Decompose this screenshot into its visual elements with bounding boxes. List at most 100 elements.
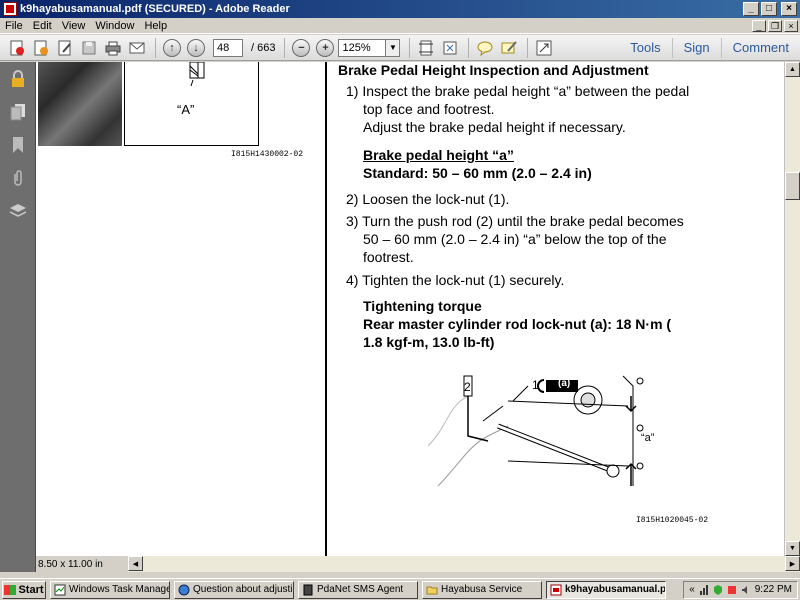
spec-title: Brake pedal height “a”: [363, 147, 514, 163]
network-icon[interactable]: [727, 585, 737, 595]
menu-window[interactable]: Window: [90, 20, 139, 32]
step-2: 2) Loosen the lock-nut (1).: [346, 191, 510, 207]
toolbar: ↑ ↓ / 663 − + ▼ Tools Sign Comment: [0, 35, 800, 61]
browser-icon: [178, 584, 190, 595]
pdf-icon: [550, 584, 562, 595]
task-browser-question[interactable]: Question about adjustin...: [174, 580, 294, 599]
zoom-level-input[interactable]: [338, 38, 387, 57]
export-icon[interactable]: [30, 37, 52, 59]
brake-rod-diagram: 2 1 (a) “a”: [428, 366, 658, 496]
torque-line-2: 1.8 kgf-m, 13.0 lb-ft): [363, 334, 495, 350]
adobe-reader-window: k9hayabusamanual.pdf (SECURED) - Adobe R…: [0, 0, 800, 600]
doc-close-button[interactable]: ×: [784, 19, 798, 32]
task-label: Windows Task Manager: [69, 584, 170, 595]
doc-minimize-button[interactable]: _: [752, 19, 766, 32]
task-adobe-reader[interactable]: k9hayabusamanual.p...: [546, 580, 666, 599]
page-number-input[interactable]: [213, 38, 243, 57]
zoom-in-icon[interactable]: +: [314, 37, 336, 59]
document-window-controls: _ ❐ ×: [752, 19, 800, 32]
task-label: Hayabusa Service: [441, 584, 523, 595]
task-pdanet-sms[interactable]: PdaNet SMS Agent: [298, 580, 418, 599]
step-1-line-3: Adjust the brake pedal height if necessa…: [363, 119, 626, 135]
section-heading: Brake Pedal Height Inspection and Adjust…: [338, 62, 649, 78]
menu-help[interactable]: Help: [139, 20, 172, 32]
step-1-line-1: 1) Inspect the brake pedal height “a” be…: [346, 83, 690, 99]
document-page: “A” I815H1430002-02 Brake Pedal Height I…: [36, 62, 784, 556]
print-icon[interactable]: [102, 37, 124, 59]
menu-edit[interactable]: Edit: [28, 20, 57, 32]
pdf-app-icon: [3, 2, 17, 16]
security-shield-icon[interactable]: [713, 584, 723, 596]
highlight-icon[interactable]: [498, 37, 520, 59]
title-bar: k9hayabusamanual.pdf (SECURED) - Adobe R…: [0, 0, 800, 18]
task-manager-icon: [54, 584, 66, 595]
system-tray: « 9:22 PM: [683, 580, 798, 599]
full-screen-icon[interactable]: [439, 37, 461, 59]
toolbar-separator: [527, 37, 529, 58]
bookmarks-icon[interactable]: [0, 128, 36, 161]
windows-flag-icon: [4, 584, 17, 595]
vertical-scrollbar[interactable]: ▲ ▼: [784, 62, 800, 556]
page-thumbnails-icon[interactable]: [0, 95, 36, 128]
edit-pdf-icon[interactable]: [54, 37, 76, 59]
doc-restore-button[interactable]: ❐: [768, 19, 782, 32]
brake-photo-image: [38, 62, 122, 146]
next-page-icon[interactable]: ↓: [185, 37, 207, 59]
toolbar-separator: [155, 37, 156, 58]
pdanet-icon: [303, 584, 313, 595]
minimize-button[interactable]: _: [743, 2, 759, 16]
sign-pane-link[interactable]: Sign: [671, 37, 721, 58]
figure-caption-1: I815H1430002-02: [231, 150, 304, 159]
zoom-out-icon[interactable]: −: [290, 37, 312, 59]
attachments-icon[interactable]: [0, 161, 36, 194]
maximize-button[interactable]: □: [761, 2, 777, 16]
volume-icon[interactable]: [741, 585, 751, 595]
start-label: Start: [18, 583, 44, 596]
window-title: k9hayabusamanual.pdf (SECURED) - Adobe R…: [20, 3, 290, 15]
toolbar-panes: Tools Sign Comment: [619, 35, 800, 61]
comment-pane-link[interactable]: Comment: [720, 37, 800, 58]
comment-bubble-icon[interactable]: [474, 37, 496, 59]
toolbar-separator: [409, 37, 411, 58]
step-3-line-1: 3) Turn the push rod (2) until the brake…: [346, 213, 684, 229]
toolbar-separator: [468, 37, 470, 58]
menu-bar: File Edit View Window Help _ ❐ ×: [0, 18, 800, 34]
create-pdf-icon[interactable]: [6, 37, 28, 59]
figure-label-a: “a”: [641, 432, 655, 444]
scroll-up-arrow-icon[interactable]: ▲: [785, 62, 800, 77]
figure-label-1: 1: [532, 378, 539, 392]
layers-icon[interactable]: [0, 194, 36, 227]
task-hayabusa-folder[interactable]: Hayabusa Service: [422, 580, 542, 599]
page-size-label: 8.50 x 11.00 in: [38, 558, 103, 570]
tray-expand-chevron-icon[interactable]: «: [689, 584, 695, 595]
scroll-thumb[interactable]: [785, 172, 800, 200]
page-total: / 663: [251, 41, 276, 54]
signal-icon[interactable]: [699, 584, 709, 595]
lock-icon[interactable]: [0, 62, 36, 95]
scroll-down-arrow-icon[interactable]: ▼: [785, 541, 800, 556]
horizontal-scrollbar[interactable]: ◀ ▶: [128, 556, 800, 572]
task-label: k9hayabusamanual.p...: [565, 584, 666, 595]
task-label: PdaNet SMS Agent: [317, 584, 404, 595]
email-icon[interactable]: [126, 37, 148, 59]
zoom-dropdown-chevron-icon[interactable]: ▼: [386, 38, 401, 57]
step-3-line-3: footrest.: [363, 249, 414, 265]
save-icon[interactable]: [78, 37, 100, 59]
menu-view[interactable]: View: [57, 20, 91, 32]
menu-file[interactable]: File: [0, 20, 28, 32]
fit-page-icon[interactable]: [415, 37, 437, 59]
status-row: 8.50 x 11.00 in ◀ ▶: [36, 556, 800, 572]
start-button[interactable]: Start: [2, 580, 46, 599]
figure-a-frame: “A”: [124, 62, 259, 146]
tools-pane-link[interactable]: Tools: [619, 38, 671, 58]
scroll-right-arrow-icon[interactable]: ▶: [785, 556, 800, 571]
previous-page-icon[interactable]: ↑: [161, 37, 183, 59]
step-1-line-2: top face and footrest.: [363, 101, 495, 117]
torque-title: Tightening torque: [363, 298, 482, 314]
step-3-line-2: 50 – 60 mm (2.0 – 2.4 in) “a” below the …: [363, 231, 667, 247]
task-task-manager[interactable]: Windows Task Manager: [50, 580, 170, 599]
scroll-left-arrow-icon[interactable]: ◀: [128, 556, 143, 571]
figure-label-a-box: (a): [558, 378, 571, 389]
close-button[interactable]: ×: [781, 2, 797, 16]
expand-icon[interactable]: [533, 37, 555, 59]
